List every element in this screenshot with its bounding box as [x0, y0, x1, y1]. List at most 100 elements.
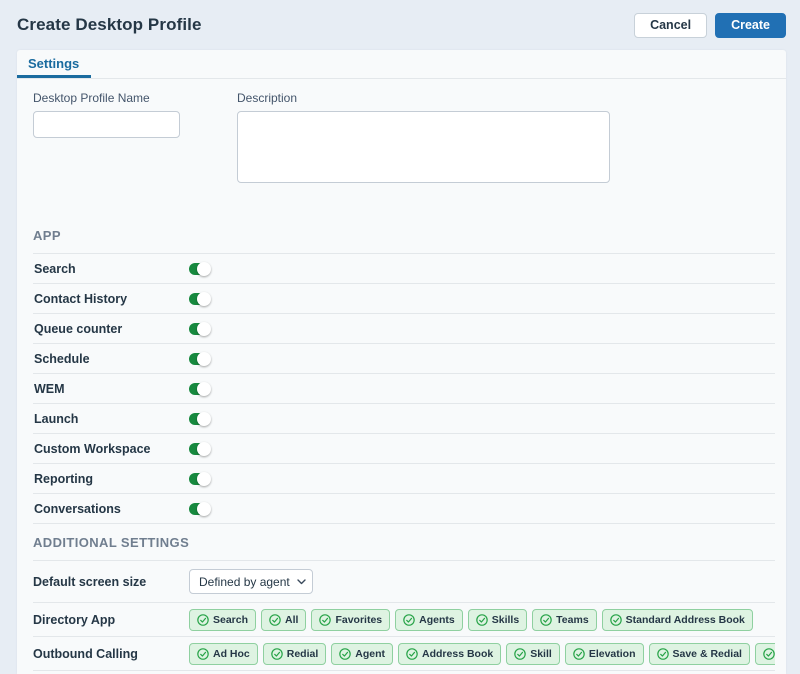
toggle-row: Reporting: [33, 464, 775, 494]
option-chip[interactable]: Skills: [468, 609, 527, 631]
chip-label: Teams: [556, 614, 589, 626]
toggle-row: Custom Workspace: [33, 434, 775, 464]
toggle-row-label: Contact History: [34, 292, 189, 306]
toggle-row: Queue counter: [33, 314, 775, 344]
chip-label: Skill: [530, 648, 552, 660]
toggle-switch[interactable]: [189, 293, 210, 305]
header-actions: Cancel Create: [634, 13, 786, 38]
default-screen-size-label: Default screen size: [33, 575, 189, 589]
chip-label: Elevation: [589, 648, 636, 660]
card-content: Desktop Profile Name Description APP Sea…: [17, 91, 786, 671]
option-chip[interactable]: Favorites: [311, 609, 390, 631]
check-circle-icon: [610, 614, 622, 626]
desktop-profile-name-input[interactable]: [33, 111, 180, 138]
toggle-row-label: Conversations: [34, 502, 189, 516]
chip-label: Favorites: [335, 614, 382, 626]
toggle-knob: [197, 472, 211, 486]
check-circle-icon: [514, 648, 526, 660]
toggle-switch[interactable]: [189, 443, 210, 455]
toggle-knob: [197, 292, 211, 306]
description-field-label: Description: [237, 91, 610, 105]
chip-label: All: [285, 614, 298, 626]
toggle-knob: [197, 412, 211, 426]
check-circle-icon: [319, 614, 331, 626]
check-circle-icon: [339, 648, 351, 660]
page-header: Create Desktop Profile Cancel Create: [0, 0, 800, 50]
toggle-switch[interactable]: [189, 503, 210, 515]
chip-label: Search: [213, 614, 248, 626]
option-chip[interactable]: Ad Hoc: [189, 643, 258, 665]
outbound-calling-row: Outbound Calling Ad Hoc Redial Agent: [33, 637, 775, 671]
toggle-row-label: Search: [34, 262, 189, 276]
tab-bar: Settings: [17, 50, 786, 79]
directory-app-chips: Search All Favorites Agents: [189, 609, 753, 631]
description-field-group: Description: [237, 91, 610, 188]
toggle-row-label: Queue counter: [34, 322, 189, 336]
chip-label: Ad Hoc: [213, 648, 250, 660]
toggle-row-label: Launch: [34, 412, 189, 426]
toggle-switch[interactable]: [189, 383, 210, 395]
toggle-knob: [197, 352, 211, 366]
description-textarea[interactable]: [237, 111, 610, 183]
option-chip[interactable]: Save & Redial: [649, 643, 750, 665]
default-screen-size-select[interactable]: Defined by agent: [189, 569, 313, 594]
toggle-row: Schedule: [33, 344, 775, 374]
default-screen-size-row: Default screen size Defined by agent: [33, 561, 775, 603]
check-circle-icon: [476, 614, 488, 626]
toggle-row: Contact History: [33, 284, 775, 314]
chip-label: Save & Redial: [673, 648, 742, 660]
check-circle-icon: [406, 648, 418, 660]
directory-app-row: Directory App Search All Favorites: [33, 603, 775, 637]
option-chip[interactable]: Agent: [331, 643, 393, 665]
profile-card: Settings Desktop Profile Name Descriptio…: [17, 50, 786, 674]
name-field-label: Desktop Profile Name: [33, 91, 180, 105]
option-chip[interactable]: Standard Address Book: [602, 609, 753, 631]
toggle-switch[interactable]: [189, 413, 210, 425]
cancel-button[interactable]: Cancel: [634, 13, 707, 38]
option-chip[interactable]: All: [261, 609, 306, 631]
check-circle-icon: [540, 614, 552, 626]
chip-label: Skills: [492, 614, 519, 626]
toggle-row: Conversations: [33, 494, 775, 524]
check-circle-icon: [403, 614, 415, 626]
option-chip[interactable]: Redial: [263, 643, 327, 665]
page-title: Create Desktop Profile: [17, 15, 202, 35]
app-toggle-rows: Search Contact History Queue counter Sch…: [33, 254, 775, 524]
chip-label: Redial: [287, 648, 319, 660]
tab-settings[interactable]: Settings: [17, 50, 91, 78]
chip-label: Address Book: [422, 648, 493, 660]
toggle-row: WEM: [33, 374, 775, 404]
toggle-row-label: Schedule: [34, 352, 189, 366]
toggle-knob: [197, 442, 211, 456]
toggle-switch[interactable]: [189, 473, 210, 485]
chip-label: Agent: [355, 648, 385, 660]
check-circle-icon: [573, 648, 585, 660]
toggle-knob: [197, 262, 211, 276]
additional-settings-heading: ADDITIONAL SETTINGS: [33, 535, 775, 561]
directory-app-label: Directory App: [33, 613, 189, 627]
outbound-calling-chips: Ad Hoc Redial Agent Address Book: [189, 643, 775, 665]
toggle-switch[interactable]: [189, 263, 210, 275]
chip-label: Standard Address Book: [626, 614, 745, 626]
create-button[interactable]: Create: [715, 13, 786, 38]
check-circle-icon: [269, 614, 281, 626]
check-circle-icon: [657, 648, 669, 660]
check-circle-icon: [197, 614, 209, 626]
toggle-switch[interactable]: [189, 323, 210, 335]
toggle-row-label: Custom Workspace: [34, 442, 189, 456]
option-chip[interactable]: Transfer: [755, 643, 775, 665]
name-field-group: Desktop Profile Name: [33, 91, 180, 188]
option-chip[interactable]: Agents: [395, 609, 463, 631]
option-chip[interactable]: Search: [189, 609, 256, 631]
chip-label: Agents: [419, 614, 455, 626]
check-circle-icon: [197, 648, 209, 660]
check-circle-icon: [271, 648, 283, 660]
option-chip[interactable]: Teams: [532, 609, 597, 631]
toggle-row-label: WEM: [34, 382, 189, 396]
toggle-knob: [197, 502, 211, 516]
toggle-row: Search: [33, 254, 775, 284]
option-chip[interactable]: Skill: [506, 643, 560, 665]
option-chip[interactable]: Address Book: [398, 643, 501, 665]
option-chip[interactable]: Elevation: [565, 643, 644, 665]
toggle-switch[interactable]: [189, 353, 210, 365]
